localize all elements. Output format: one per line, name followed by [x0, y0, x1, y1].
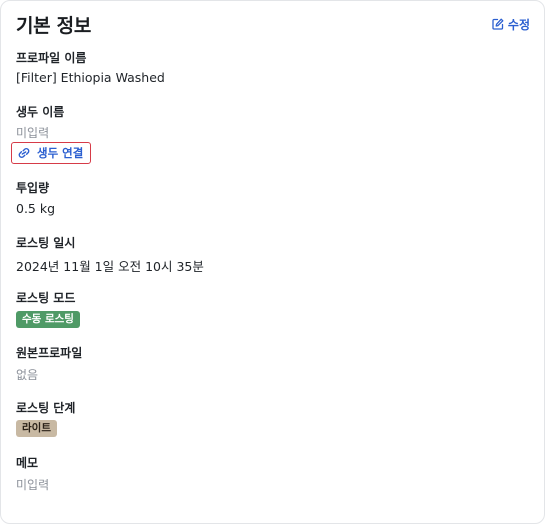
input-amount-label: 투입량 [16, 181, 50, 195]
memo-label: 메모 [16, 456, 39, 470]
memo-value: 미입력 [16, 478, 50, 492]
edit-icon [492, 18, 504, 30]
profile-name-value: [Filter] Ethiopia Washed [16, 70, 165, 85]
link-green-bean-button[interactable]: 생두 연결 [11, 142, 91, 164]
roasting-mode-badge: 수동 로스팅 [16, 311, 80, 328]
edit-button[interactable]: 수정 [492, 16, 530, 33]
link-green-bean-label: 생두 연결 [37, 146, 84, 160]
card-title: 기본 정보 [16, 14, 92, 37]
green-bean-name-value: 미입력 [16, 126, 50, 140]
roasting-datetime-label: 로스팅 일시 [16, 236, 76, 250]
profile-name-label: 프로파일 이름 [16, 51, 87, 65]
original-profile-value: 없음 [16, 368, 39, 382]
input-amount-value: 0.5 kg [16, 201, 56, 216]
edit-button-label: 수정 [507, 17, 530, 32]
roasting-mode-label: 로스팅 모드 [16, 291, 76, 305]
roasting-level-label: 로스팅 단계 [16, 401, 76, 415]
card-header: 기본 정보 수정 [16, 10, 530, 38]
link-icon [18, 148, 30, 158]
original-profile-label: 원본프로파일 [16, 346, 83, 360]
green-bean-name-label: 생두 이름 [16, 105, 65, 119]
roasting-datetime-value: 2024년 11월 1일 오전 10시 35분 [16, 259, 204, 274]
roasting-level-badge: 라이트 [16, 420, 57, 437]
basic-info-card: 기본 정보 수정 프로파일 이름 [Filter] Ethiopia Washe… [0, 0, 545, 524]
